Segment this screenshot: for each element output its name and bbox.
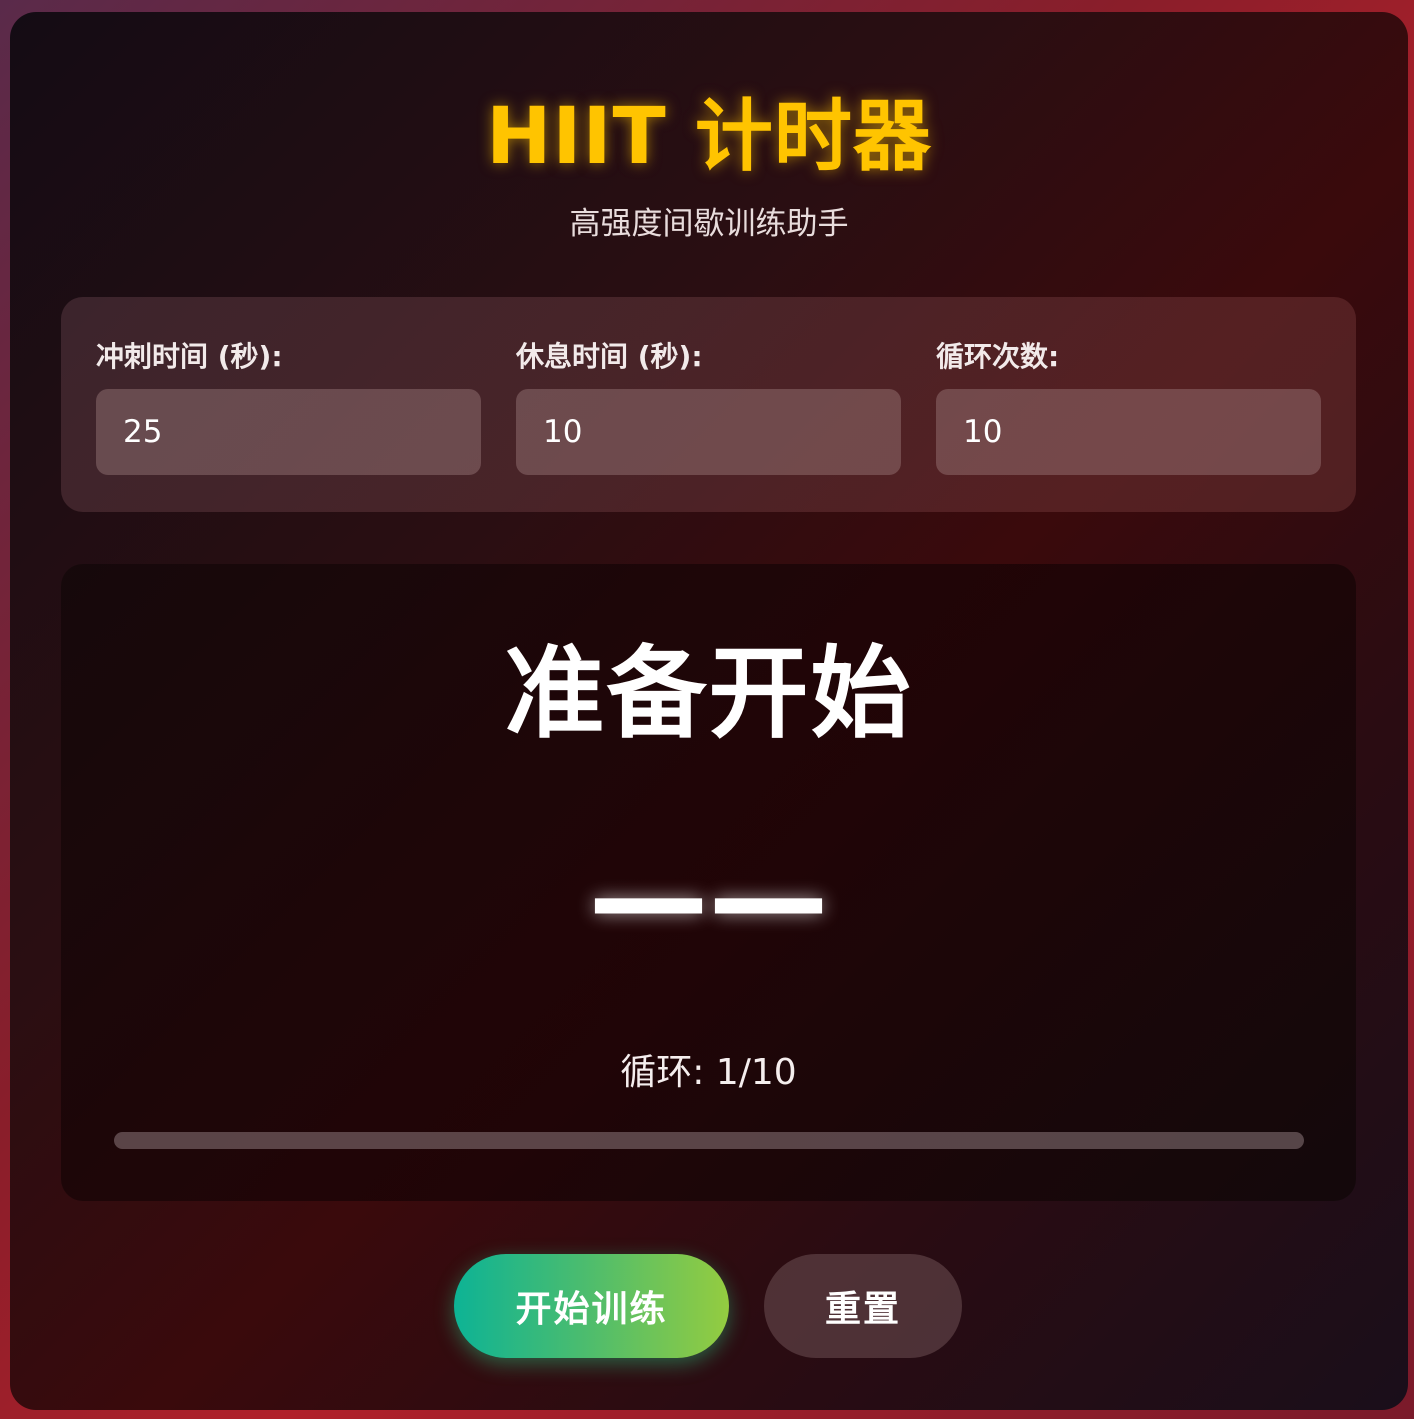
timer-display-panel: 准备开始 —— 循环: 1/10 [61, 564, 1356, 1201]
settings-panel: 冲刺时间 (秒): 25 休息时间 (秒): 10 循环次数: 10 [61, 297, 1356, 512]
rest-time-label: 休息时间 (秒): [516, 340, 703, 373]
sprint-time-label: 冲刺时间 (秒): [96, 340, 283, 373]
cycle-counter: 循环: 1/10 [620, 1052, 797, 1093]
sprint-time-field: 冲刺时间 (秒): 25 [96, 337, 481, 475]
cycles-label: 循环次数: [936, 340, 1060, 373]
cycles-input[interactable]: 10 [936, 389, 1321, 475]
reset-button[interactable]: 重置 [764, 1254, 962, 1358]
page-title: HIIT 计时器 [486, 92, 932, 182]
progress-bar [114, 1132, 1304, 1149]
page-subtitle: 高强度间歇训练助手 [569, 206, 849, 242]
sprint-time-input[interactable]: 25 [96, 389, 481, 475]
countdown-timer: —— [588, 829, 829, 968]
rest-time-input[interactable]: 10 [516, 389, 901, 475]
phase-status: 准备开始 [504, 635, 913, 752]
app-container: HIIT 计时器 高强度间歇训练助手 冲刺时间 (秒): 25 休息时间 (秒)… [10, 12, 1408, 1410]
rest-time-field: 休息时间 (秒): 10 [516, 337, 901, 475]
start-training-button[interactable]: 开始训练 [454, 1254, 729, 1358]
cycles-field: 循环次数: 10 [936, 337, 1321, 475]
